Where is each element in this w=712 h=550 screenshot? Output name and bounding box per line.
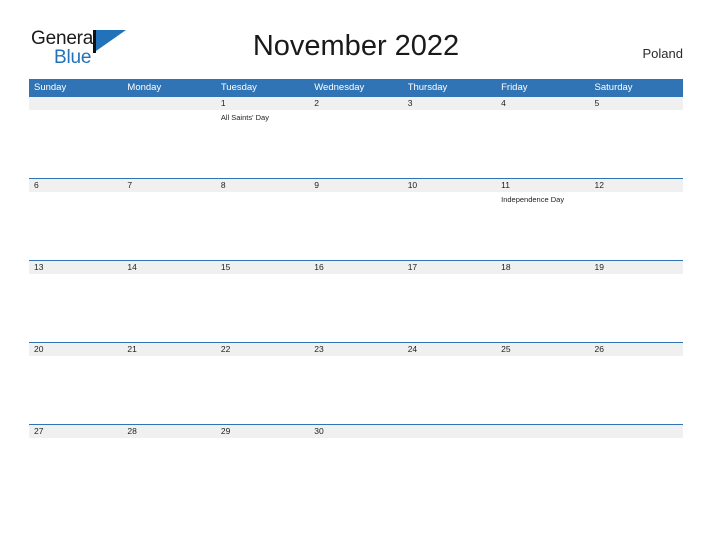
day-number: 14 bbox=[127, 262, 137, 272]
day-cell[interactable] bbox=[496, 425, 589, 506]
weekday-sunday: Sunday bbox=[34, 82, 67, 93]
day-cell[interactable]: 5 bbox=[590, 97, 683, 178]
day-cell[interactable]: 22 bbox=[216, 343, 309, 424]
day-number: 22 bbox=[220, 344, 231, 354]
day-cell[interactable]: 20 bbox=[29, 343, 122, 424]
day-number: 19 bbox=[594, 262, 604, 272]
weekday-wednesday: Wednesday bbox=[314, 82, 365, 93]
day-number: 23 bbox=[314, 344, 324, 354]
country-label: Poland bbox=[642, 46, 683, 61]
day-number: 6 bbox=[34, 180, 39, 190]
day-cell[interactable] bbox=[590, 425, 683, 506]
day-cell[interactable]: 24 bbox=[403, 343, 496, 424]
week-row: 6 7 8 9 10 11 Independence Day 12 bbox=[29, 178, 683, 260]
day-cell[interactable] bbox=[403, 425, 496, 506]
day-number: 18 bbox=[501, 262, 511, 272]
day-number: 27 bbox=[34, 426, 44, 436]
day-cell[interactable]: 3 bbox=[403, 97, 496, 178]
day-number bbox=[595, 425, 683, 438]
day-number: 5 bbox=[594, 98, 600, 108]
day-event: Independence Day bbox=[501, 195, 565, 204]
week-row: 20 21 22 23 24 25 26 bbox=[29, 342, 683, 424]
day-cell[interactable]: 15 bbox=[216, 261, 309, 342]
calendar-grid: Sunday Monday Tuesday Wednesday Thursday… bbox=[29, 79, 683, 506]
day-number: 10 bbox=[407, 180, 418, 190]
day-cell[interactable]: 4 bbox=[496, 97, 589, 178]
day-number bbox=[127, 97, 215, 110]
day-cell[interactable]: 23 bbox=[309, 343, 402, 424]
weekday-saturday: Saturday bbox=[594, 82, 633, 93]
day-cell[interactable]: 8 bbox=[216, 179, 309, 260]
week-row: 27 28 29 30 bbox=[29, 424, 683, 506]
day-cell[interactable]: 7 bbox=[122, 179, 215, 260]
day-cell[interactable]: 9 bbox=[309, 179, 402, 260]
day-number: 3 bbox=[407, 98, 413, 108]
day-number: 21 bbox=[127, 344, 137, 354]
day-cell[interactable]: 6 bbox=[29, 179, 122, 260]
day-number: 4 bbox=[501, 98, 506, 108]
day-cell[interactable] bbox=[122, 97, 215, 178]
day-number: 1 bbox=[220, 98, 226, 108]
day-cell[interactable]: 12 bbox=[590, 179, 683, 260]
weekday-monday: Monday bbox=[127, 82, 162, 93]
day-number: 15 bbox=[220, 262, 231, 272]
day-number: 8 bbox=[220, 180, 226, 190]
weekday-thursday: Thursday bbox=[407, 82, 448, 93]
day-cell[interactable]: 26 bbox=[590, 343, 683, 424]
day-number: 17 bbox=[407, 262, 418, 272]
day-number: 28 bbox=[127, 426, 137, 436]
day-cell[interactable]: 17 bbox=[403, 261, 496, 342]
day-cell[interactable]: 21 bbox=[122, 343, 215, 424]
day-number: 12 bbox=[594, 180, 604, 190]
day-cell[interactable]: 13 bbox=[29, 261, 122, 342]
day-cell[interactable]: 18 bbox=[496, 261, 589, 342]
day-number bbox=[34, 97, 122, 110]
weekday-header-row: Sunday Monday Tuesday Wednesday Thursday… bbox=[29, 79, 683, 96]
day-cell[interactable]: 14 bbox=[122, 261, 215, 342]
day-number: 11 bbox=[501, 180, 510, 190]
weekday-tuesday: Tuesday bbox=[220, 82, 257, 93]
week-row: 1 All Saints' Day 2 3 4 5 bbox=[29, 96, 683, 178]
day-cell[interactable]: 2 bbox=[309, 97, 402, 178]
day-number: 25 bbox=[501, 344, 511, 354]
day-cell[interactable] bbox=[29, 97, 122, 178]
day-number: 26 bbox=[594, 344, 604, 354]
day-number: 16 bbox=[314, 262, 324, 272]
day-number: 2 bbox=[314, 98, 319, 108]
day-number: 30 bbox=[314, 426, 324, 436]
week-row: 13 14 15 16 17 18 19 bbox=[29, 260, 683, 342]
day-cell[interactable]: 11 Independence Day bbox=[496, 179, 589, 260]
day-number: 20 bbox=[34, 344, 44, 354]
page-header: General Blue November 2022 Poland bbox=[0, 0, 712, 76]
day-cell[interactable]: 30 bbox=[309, 425, 402, 506]
day-number bbox=[408, 425, 496, 438]
weekday-friday: Friday bbox=[501, 82, 528, 93]
day-cell[interactable]: 16 bbox=[309, 261, 402, 342]
day-event: All Saints' Day bbox=[220, 113, 269, 122]
day-cell[interactable]: 19 bbox=[590, 261, 683, 342]
day-number: 9 bbox=[314, 180, 319, 190]
day-number: 13 bbox=[34, 262, 44, 272]
day-cell[interactable]: 29 bbox=[216, 425, 309, 506]
day-number bbox=[501, 425, 589, 438]
day-cell[interactable]: 25 bbox=[496, 343, 589, 424]
day-number: 7 bbox=[127, 180, 133, 190]
page-title: November 2022 bbox=[252, 30, 460, 62]
day-cell[interactable]: 27 bbox=[29, 425, 122, 506]
day-cell[interactable]: 28 bbox=[122, 425, 215, 506]
day-number: 24 bbox=[407, 344, 418, 354]
day-number: 29 bbox=[220, 426, 231, 436]
day-cell[interactable]: 10 bbox=[403, 179, 496, 260]
day-cell[interactable]: 1 All Saints' Day bbox=[216, 97, 309, 178]
